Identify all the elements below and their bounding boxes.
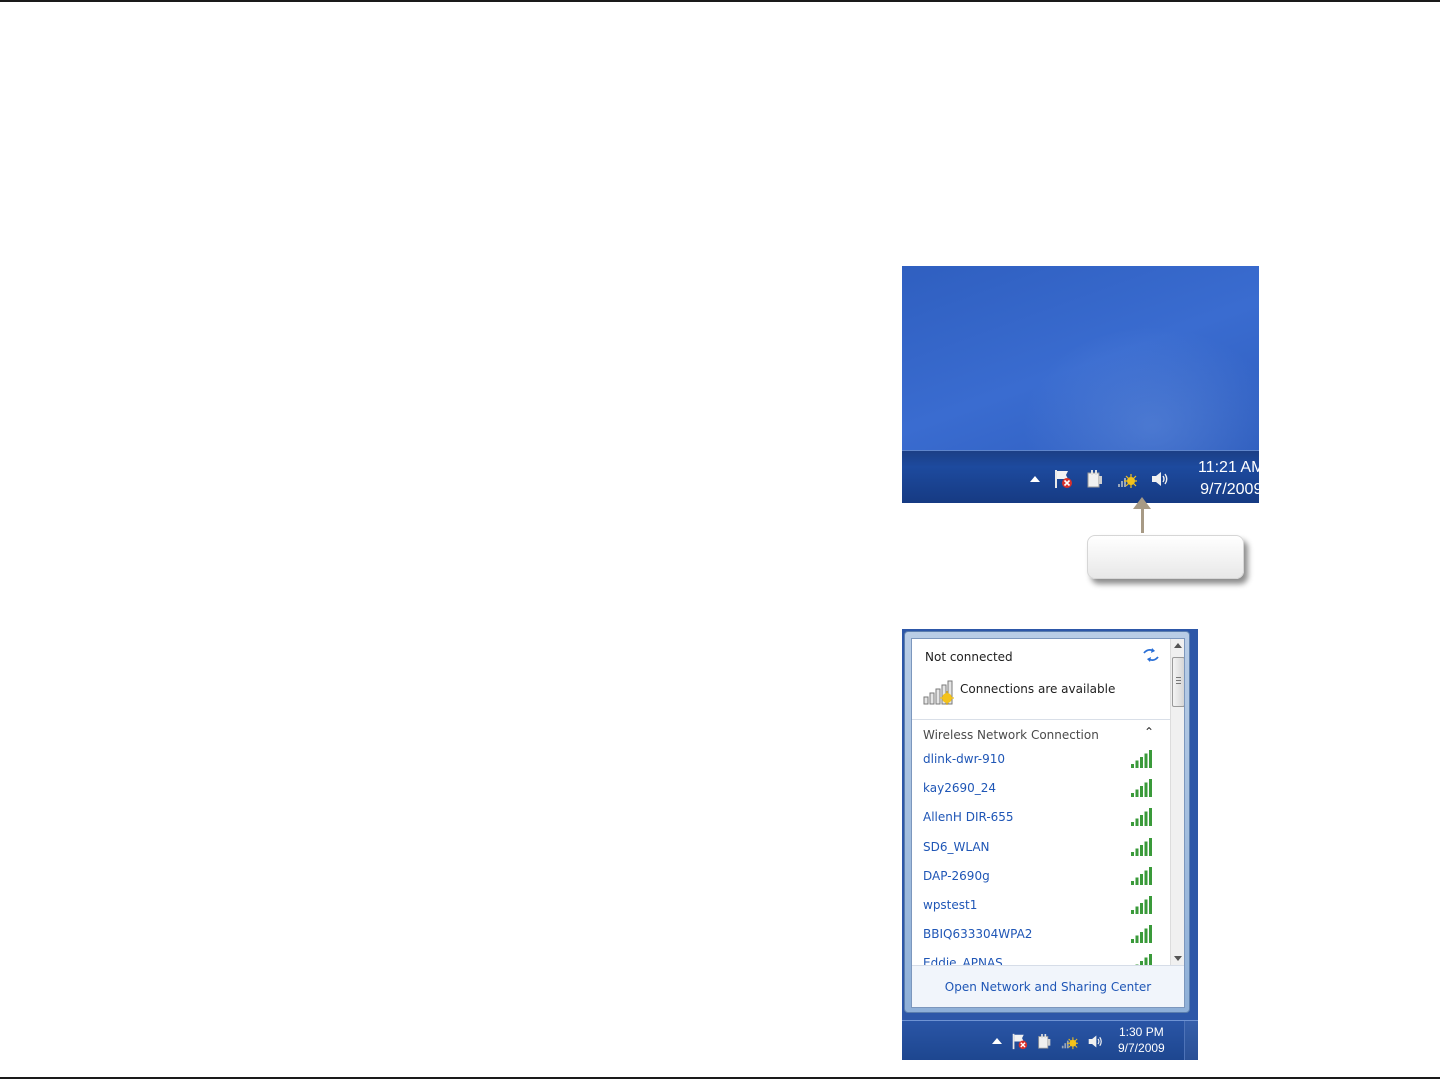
open-network-sharing-center-link[interactable]: Open Network and Sharing Center [912,980,1184,994]
wireless-network-item[interactable]: DAP-2690g [912,866,1170,895]
wireless-network-item[interactable]: wpstest1 [912,895,1170,924]
popup-footer: Open Network and Sharing Center [912,965,1184,1007]
signal-strength-icon [1131,837,1152,856]
taskbar-clock[interactable]: 11:21 AM 9/7/2009 [1198,457,1259,501]
taskbar: 1:30 PM 9/7/2009 [902,1020,1198,1060]
network-name: dlink-dwr-910 [923,752,1006,766]
network-name: SD6_WLAN [923,839,990,854]
top-border-rule [0,0,1440,2]
clock-time: 11:21 AM [1198,459,1259,476]
clock-date: 9/7/2009 [1118,1041,1165,1055]
action-center-flag-icon[interactable] [1011,1033,1028,1050]
network-popup-screenshot: Not connected Connections are available … [902,629,1198,1060]
scroll-thumb[interactable] [1172,657,1184,707]
refresh-icon[interactable] [1142,647,1160,663]
taskbar-clock[interactable]: 1:30 PM 9/7/2009 [1118,1024,1165,1056]
connection-status-header: Not connected Connections are available [912,639,1170,720]
notification-area [1030,467,1183,491]
power-icon[interactable] [1086,469,1104,489]
scroll-down-icon[interactable] [1174,956,1182,961]
wireless-network-item[interactable]: BBIQ633304WPA2 [912,924,1170,953]
signal-strength-icon [1131,779,1152,798]
signal-strength-icon [1131,895,1152,914]
bottom-border-rule [0,1077,1440,1079]
signal-strength-icon [1131,750,1152,768]
callout-box [1087,535,1244,579]
connections-available-icon [923,680,954,705]
signal-strength-icon [1131,925,1152,944]
network-name: AllenH DIR-655 [923,810,1014,825]
section-title[interactable]: Wireless Network Connection [923,728,1099,742]
notification-area [992,1031,1113,1051]
volume-icon[interactable] [1150,469,1170,489]
network-name: BBIQ633304WPA2 [923,927,1033,942]
pointer-arrow-line [1141,507,1144,533]
network-name: DAP-2690g [923,868,990,883]
network-popup: Not connected Connections are available … [911,638,1185,1008]
connection-status: Not connected [925,650,1013,664]
scroll-up-icon[interactable] [1174,643,1182,648]
chevron-up-icon[interactable]: ⌃ [1144,725,1154,739]
show-desktop-button[interactable] [1184,1021,1198,1060]
signal-strength-icon [1131,808,1152,827]
wireless-network-item[interactable]: dlink-dwr-910 [912,749,1170,778]
wireless-network-icon[interactable] [1061,1033,1078,1050]
wireless-network-icon[interactable] [1117,469,1137,489]
desktop-taskbar-screenshot: 11:21 AM 9/7/2009 [902,266,1259,503]
show-hidden-icons-arrow-icon[interactable] [992,1038,1002,1044]
network-name: kay2690_24 [923,781,997,796]
wireless-network-item[interactable]: kay2690_24 [912,778,1170,807]
wireless-network-item[interactable]: SD6_WLAN [912,837,1170,866]
popup-frame: Not connected Connections are available … [904,631,1190,1013]
clock-time: 1:30 PM [1119,1025,1164,1039]
clock-date: 9/7/2009 [1200,481,1259,498]
signal-strength-icon [1131,866,1152,885]
action-center-flag-icon[interactable] [1053,469,1073,489]
taskbar: 11:21 AM 9/7/2009 [902,450,1259,503]
scrollbar[interactable] [1170,639,1184,965]
network-name: wpstest1 [923,897,978,912]
wireless-network-item[interactable]: AllenH DIR-655 [912,807,1170,836]
wireless-network-list: dlink-dwr-910 kay2690_24 AllenH DIR-655 SD6… [912,749,1170,983]
show-hidden-icons-arrow-icon[interactable] [1030,476,1040,482]
connections-available-text: Connections are available [960,682,1116,696]
volume-icon[interactable] [1087,1033,1104,1050]
power-icon[interactable] [1037,1033,1052,1050]
